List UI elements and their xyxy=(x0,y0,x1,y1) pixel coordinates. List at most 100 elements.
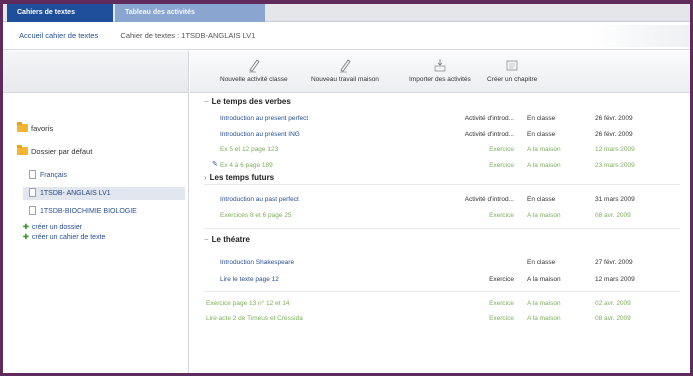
tab-bar: Cahiers de textes Tableau des activités xyxy=(3,4,690,22)
notebook-icon xyxy=(29,188,36,197)
activity-location: A la maison xyxy=(527,300,561,307)
expand-icon: › xyxy=(204,173,207,182)
activity-type: Exercice xyxy=(489,212,514,219)
edit-pencil-icon[interactable]: ✎ xyxy=(212,160,218,168)
breadcrumb-shade xyxy=(590,25,690,47)
sidebar-notebook-francais[interactable]: Français xyxy=(29,169,179,182)
chapter-header[interactable]: − Le temps des verbes xyxy=(204,96,291,108)
table-row[interactable]: Introduction au présent ING Activité d'i… xyxy=(220,129,676,141)
activity-date: 12 mars 2009 xyxy=(595,276,635,283)
sidebar-folder-favoris[interactable]: favoris xyxy=(17,122,54,135)
plus-icon: ✚ xyxy=(23,234,29,241)
table-row[interactable]: Introduction Shakespeare En classe 27 fé… xyxy=(220,257,676,269)
activity-type: Exercice xyxy=(489,300,514,307)
tab-tableau-des-activites[interactable]: Tableau des activités xyxy=(115,4,265,22)
activity-location: A la maison xyxy=(527,146,561,153)
app-window: Cahiers de textes Tableau des activités … xyxy=(0,0,693,376)
activity-type: Activité d'introd... xyxy=(464,196,514,203)
activity-location: A la maison xyxy=(527,162,561,169)
table-row[interactable]: Ex 5 et 12 page 123 Exercice A la maison… xyxy=(220,144,676,156)
table-row[interactable]: Lire acte 2 de Timéus et Cressida Exerci… xyxy=(206,313,676,325)
activity-location: En classe xyxy=(527,259,556,266)
collapse-icon: − xyxy=(204,97,209,106)
table-row[interactable]: Ex 4 à 6 page 189 Exercice A la maison 2… xyxy=(220,160,676,172)
folder-icon xyxy=(17,145,28,155)
table-row[interactable]: Introduction au past perfect Activité d'… xyxy=(220,194,676,206)
activity-location: En classe xyxy=(527,115,556,122)
sidebar-folder-default[interactable]: Dossier par défaut xyxy=(17,145,93,158)
activity-location: A la maison xyxy=(527,315,561,322)
divider xyxy=(204,228,680,229)
import-icon xyxy=(434,59,446,72)
activity-title[interactable]: Exercice page 13 n° 12 et 14 xyxy=(206,298,290,310)
activity-title[interactable]: Lire acte 2 de Timéus et Cressida xyxy=(206,313,303,325)
tool-label: Nouveau travail maison xyxy=(311,76,379,83)
sidebar-notebook-biochimie[interactable]: 1TSDB-BIOCHIMIE BIOLOGIE xyxy=(29,205,179,218)
activity-date: 23 mars 2009 xyxy=(595,162,635,169)
new-class-activity-button[interactable]: Nouvelle activité classe xyxy=(220,57,288,83)
folder-label: favoris xyxy=(31,124,54,133)
table-row[interactable]: Lire le texte page 12 Exercice A la mais… xyxy=(220,274,676,286)
tool-label: Créer un chapitre xyxy=(487,76,538,83)
activity-location: En classe xyxy=(527,196,556,203)
activity-date: 27 févr. 2009 xyxy=(595,259,633,266)
activity-location: A la maison xyxy=(527,276,561,283)
activity-type: Exercice xyxy=(489,276,514,283)
activity-title[interactable]: Ex 5 et 12 page 123 xyxy=(220,144,278,156)
breadcrumb-current: Cahier de textes : 1TSDB-ANGLAIS LV1 xyxy=(120,31,256,40)
activity-type: Activité d'introd... xyxy=(464,115,514,122)
activity-title[interactable]: Exercices 8 et 6 page 25 xyxy=(220,210,292,222)
notebook-label: 1TSDB- ANGLAIS LV1 xyxy=(40,190,111,197)
plus-icon: ✚ xyxy=(23,224,29,231)
chapter-header[interactable]: › Les temps futurs xyxy=(204,172,274,184)
collapse-icon: − xyxy=(204,235,209,244)
activity-type: Exercice xyxy=(489,146,514,153)
activity-date: 02 avr. 2009 xyxy=(595,300,631,307)
activity-location: A la maison xyxy=(527,212,561,219)
activity-date: 31 mars 2009 xyxy=(595,196,635,203)
activity-title[interactable]: Introduction au present perfect xyxy=(220,113,308,125)
activity-date: 12 mars 2009 xyxy=(595,146,635,153)
activity-title[interactable]: Introduction au past perfect xyxy=(220,194,299,206)
import-activities-button[interactable]: Importer des activités xyxy=(409,57,471,83)
create-notebook-label: créer un cahier de texte xyxy=(31,234,106,241)
create-chapter-button[interactable]: Créer un chapitre xyxy=(487,57,537,83)
notebook-icon xyxy=(29,170,36,179)
table-row[interactable]: Exercices 8 et 6 page 25 Exercice A la m… xyxy=(220,210,676,222)
tool-label: Nouvelle activité classe xyxy=(220,76,288,83)
activity-title[interactable]: Introduction Shakespeare xyxy=(220,257,294,269)
chapter-title: Les temps futurs xyxy=(209,173,275,182)
activity-title[interactable]: Lire le texte page 12 xyxy=(220,274,279,286)
create-folder-label: créer un dossier xyxy=(31,224,83,231)
sidebar-notebook-anglais[interactable]: 1TSDB- ANGLAIS LV1 xyxy=(23,187,185,200)
activity-date: 26 févr. 2009 xyxy=(595,115,633,122)
notebook-label: Français xyxy=(40,172,67,179)
activity-title[interactable]: Introduction au présent ING xyxy=(220,129,300,141)
activity-title[interactable]: Ex 4 à 6 page 189 xyxy=(220,160,273,172)
chapter-title: Le théatre xyxy=(211,235,250,244)
activity-type: Exercice xyxy=(489,315,514,322)
folder-icon xyxy=(17,122,28,132)
folder-label: Dossier par défaut xyxy=(31,147,93,156)
breadcrumb-home-link[interactable]: Accueil cahier de textes xyxy=(19,31,98,40)
create-notebook-link[interactable]: ✚ créer un cahier de texte xyxy=(23,233,105,243)
tab-cahiers-de-textes[interactable]: Cahiers de textes xyxy=(7,4,113,22)
sidebar: favoris Dossier par défaut Français 1TSD… xyxy=(3,51,189,373)
table-row[interactable]: Introduction au present perfect Activité… xyxy=(220,113,676,125)
activity-location: En classe xyxy=(527,131,556,138)
pencil-icon xyxy=(248,59,260,73)
sidebar-header xyxy=(3,51,188,93)
activity-date: 26 févr. 2009 xyxy=(595,131,633,138)
table-row[interactable]: Exercice page 13 n° 12 et 14 Exercice A … xyxy=(206,298,676,310)
create-folder-link[interactable]: ✚ créer un dossier xyxy=(23,223,82,233)
toolbar: Nouvelle activité classe Nouveau travail… xyxy=(190,51,690,93)
chapter-title: Le temps des verbes xyxy=(211,97,291,106)
chapter-header[interactable]: − Le théatre xyxy=(204,234,250,246)
new-home-work-button[interactable]: Nouveau travail maison xyxy=(311,57,379,83)
tool-label: Importer des activités xyxy=(409,76,471,83)
breadcrumb: Accueil cahier de textes Cahier de texte… xyxy=(3,22,690,50)
main-panel: Nouvelle activité classe Nouveau travail… xyxy=(190,51,690,373)
activity-date: 08 avr. 2009 xyxy=(595,212,631,219)
activity-type: Activité d'introd... xyxy=(464,131,514,138)
divider xyxy=(204,291,680,292)
